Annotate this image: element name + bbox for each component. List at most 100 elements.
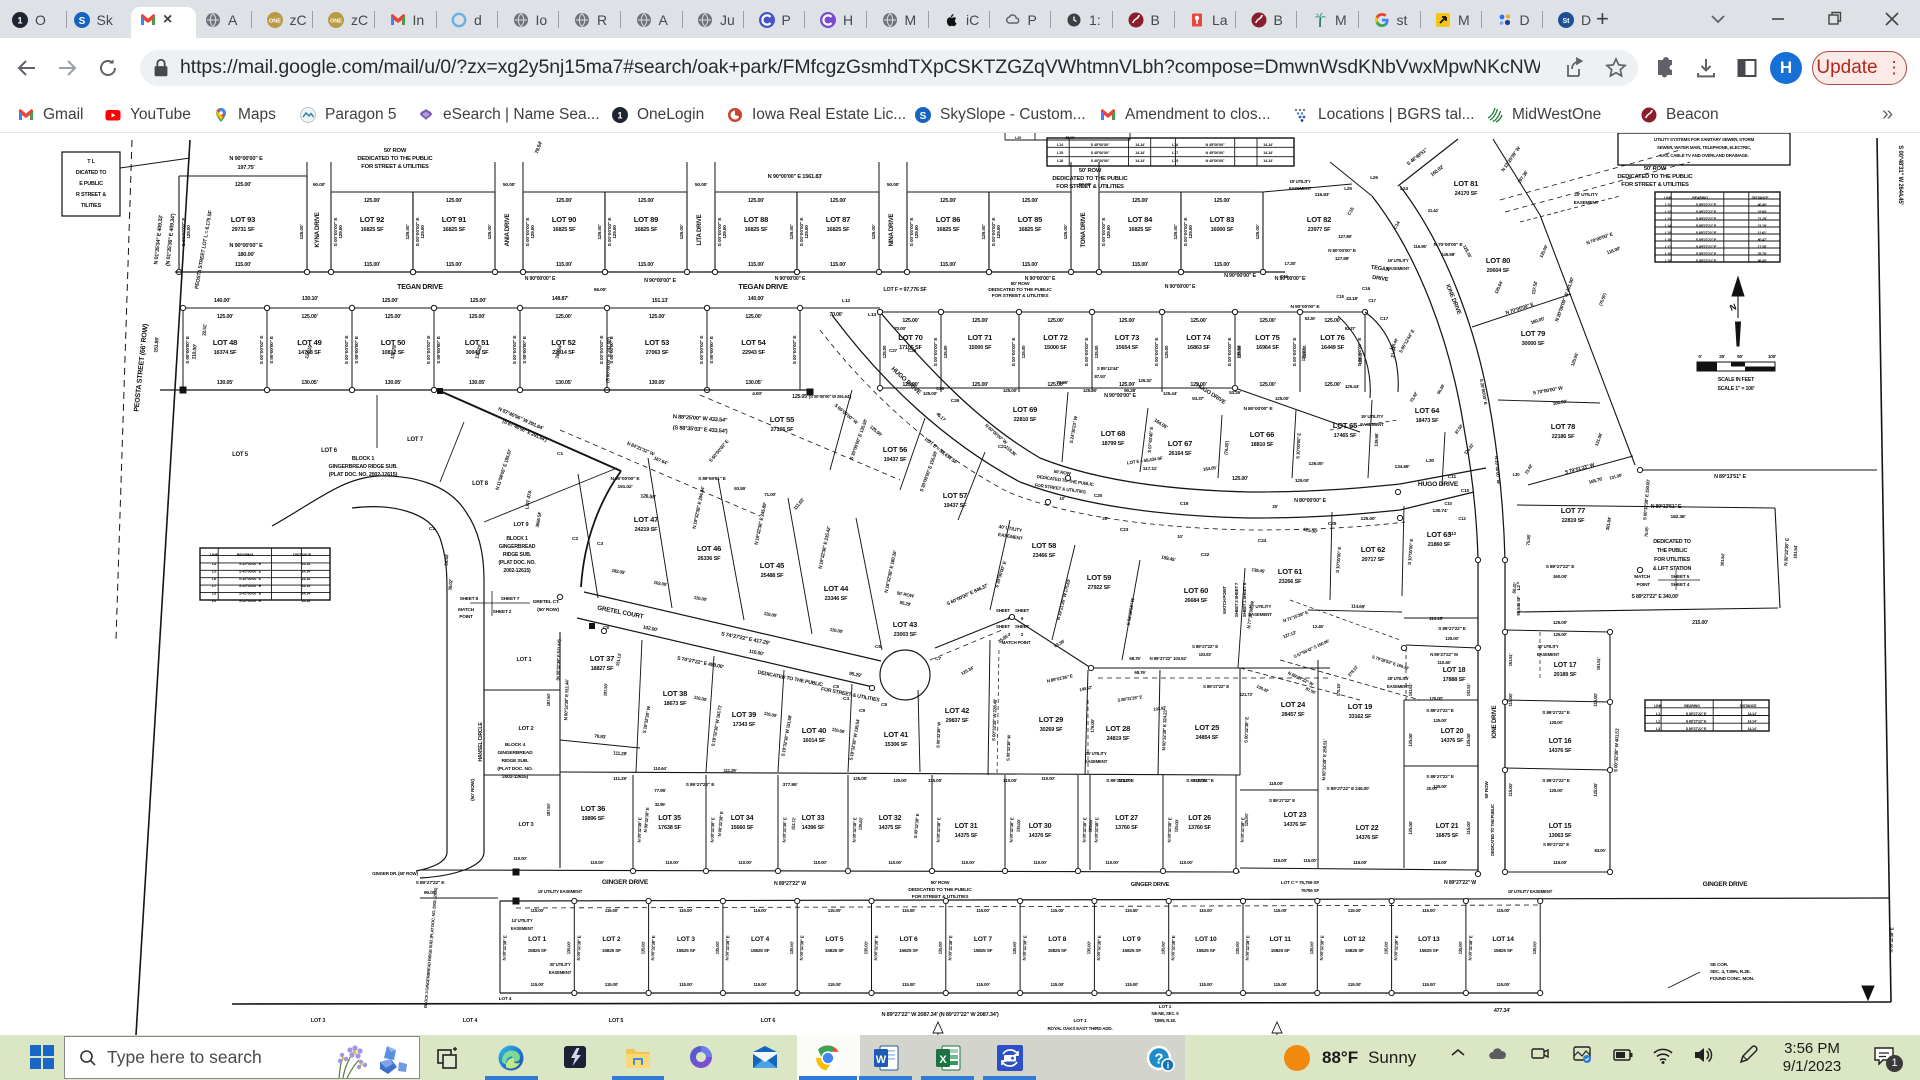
svg-text:137.52': 137.52' [1531, 281, 1538, 295]
svg-text:SHEET 3 SHEET 7: SHEET 3 SHEET 7 [1234, 582, 1239, 617]
svg-text:LOT 65: LOT 65 [1333, 421, 1357, 430]
svg-text:GINGERBREAD RIDGE SUB.: GINGERBREAD RIDGE SUB. [329, 464, 399, 470]
svg-text:ANIA DRIVE: ANIA DRIVE [505, 213, 511, 246]
svg-text:LOT 47: LOT 47 [634, 515, 658, 524]
svg-text:125.00': 125.00' [1259, 382, 1275, 388]
svg-text:N 70°00'00" E: N 70°00'00" E [1586, 231, 1614, 246]
svg-text:135.00': 135.00' [1309, 941, 1314, 954]
svg-text:N 00°32'38" E: N 00°32'38" E [1167, 817, 1173, 842]
svg-text:SHEET 2: SHEET 2 [493, 609, 512, 615]
svg-text:19' UTILITY: 19' UTILITY [1387, 258, 1408, 263]
svg-text:BEARING: BEARING [237, 552, 254, 557]
svg-text:L30: L30 [1513, 472, 1521, 477]
svg-text:L12: L12 [842, 298, 850, 304]
svg-text:125.00': 125.00' [649, 314, 665, 320]
svg-text:N 00°32'38" E 511.44': N 00°32'38" E 511.44' [563, 679, 569, 720]
svg-text:S 88°31'26" E: S 88°31'26" E [1117, 694, 1143, 702]
svg-text:125.00: 125.00 [186, 225, 192, 239]
svg-text:S 89°27'22" E: S 89°27'22" E [1686, 720, 1707, 724]
svg-text:KYNA DRIVE: KYNA DRIVE [315, 212, 321, 247]
svg-text:L30: L30 [1426, 458, 1434, 464]
svg-text:S 89°27'22" E: S 89°27'22" E [1696, 238, 1717, 242]
svg-text:C3: C3 [597, 541, 603, 547]
svg-text:E PUBLIC: E PUBLIC [79, 181, 103, 187]
svg-text:135.00': 135.00' [1160, 941, 1165, 954]
svg-text:110.00': 110.00' [513, 856, 526, 861]
svg-text:121.73': 121.73' [1240, 692, 1253, 697]
svg-text:115.00': 115.00' [902, 982, 915, 987]
svg-text:125.00': 125.00' [893, 778, 907, 783]
svg-text:165.76': 165.76' [1588, 476, 1603, 486]
svg-text:119.36': 119.36' [1004, 445, 1017, 458]
svg-text:149.62': 149.62' [1079, 685, 1093, 693]
svg-text:16825 SF: 16825 SF [827, 227, 850, 233]
svg-text:LOT 4: LOT 4 [751, 936, 769, 943]
svg-text:125.00: 125.00 [1094, 345, 1099, 358]
svg-text:115.00': 115.00' [1593, 693, 1598, 707]
svg-text:14.14': 14.14' [301, 598, 311, 603]
svg-text:301.84': 301.84' [1605, 517, 1612, 531]
svg-text:TONA DRIVE: TONA DRIVE [1081, 212, 1087, 247]
svg-text:110.00': 110.00' [191, 344, 198, 360]
svg-text:125.00': 125.00' [1549, 720, 1563, 725]
svg-text:L7: L7 [212, 583, 216, 588]
svg-text:LOT 5: LOT 5 [609, 1018, 623, 1024]
svg-text:120.00': 120.00' [1301, 348, 1306, 361]
svg-text:76796 SF: 76796 SF [1301, 888, 1319, 893]
svg-text:S 89°27'22" E: S 89°27'22" E [1542, 710, 1570, 716]
svg-text:73.42': 73.42' [1524, 463, 1534, 475]
svg-text:S 89°27'22" E: S 89°27'22" E [1192, 644, 1218, 649]
svg-text:S 89°27'22" E: S 89°27'22" E [1696, 210, 1717, 214]
svg-text:111.29': 111.29' [613, 776, 627, 782]
svg-text:130.05': 130.05' [217, 380, 233, 386]
svg-text:115.00': 115.00' [976, 982, 989, 987]
svg-text:125.00': 125.00' [555, 314, 571, 320]
svg-text:16875 SF: 16875 SF [1436, 833, 1459, 839]
svg-text:16825 SF: 16825 SF [745, 227, 768, 233]
svg-text:LOT 93: LOT 93 [231, 215, 255, 224]
svg-text:95,546 SF: 95,546 SF [1516, 596, 1521, 616]
svg-text:12.61': 12.61' [1758, 231, 1767, 235]
svg-text:LOT 8: LOT 8 [472, 481, 489, 487]
svg-text:125.00': 125.00' [1275, 396, 1289, 402]
svg-text:28' UTILITY: 28' UTILITY [1387, 676, 1408, 681]
svg-text:N 70°00'00" E: N 70°00'00" E [1505, 301, 1535, 316]
svg-text:(50' ROW): (50' ROW) [537, 607, 559, 613]
svg-text:125.00': 125.00' [1408, 733, 1413, 747]
svg-text:30' UTILITY: 30' UTILITY [1537, 644, 1558, 649]
svg-text:125.00': 125.00' [1429, 696, 1443, 701]
svg-text:14.14': 14.14' [301, 568, 311, 573]
svg-text:C27: C27 [889, 348, 897, 353]
svg-text:125.00': 125.00' [679, 225, 685, 240]
svg-text:LOT E = 58,434 SF: LOT E = 58,434 SF [1127, 455, 1164, 465]
svg-text:L8: L8 [212, 591, 217, 596]
svg-text:LOT 7: LOT 7 [974, 936, 992, 943]
svg-text:125.00': 125.00' [923, 391, 937, 397]
svg-text:C16: C16 [1362, 286, 1371, 292]
svg-text:LOT 14: LOT 14 [1492, 936, 1514, 943]
svg-text:73.06': 73.06' [1056, 380, 1068, 386]
svg-text:117.11': 117.11' [1143, 466, 1157, 472]
svg-text:SEWER, WATER MAIN, TELEPHONE,: SEWER, WATER MAIN, TELEPHONE, ELECTRIC, [1657, 145, 1751, 150]
svg-text:C9: C9 [859, 708, 865, 714]
svg-text:17638 SF: 17638 SF [658, 825, 681, 831]
svg-text:EASEMENT: EASEMENT [1387, 266, 1410, 271]
svg-text:LOT F = 97,776 SF: LOT F = 97,776 SF [883, 287, 927, 293]
svg-text:MATCH: MATCH [458, 607, 475, 613]
svg-text:14375 SF: 14375 SF [955, 833, 978, 839]
svg-text:22819 SF: 22819 SF [1562, 518, 1585, 524]
svg-text:127.89': 127.89' [1338, 234, 1352, 239]
svg-text:0': 0' [1698, 354, 1701, 360]
svg-text:14.14': 14.14' [1135, 150, 1145, 155]
svg-text:S 45°00'00" E: S 45°00'00" E [239, 591, 262, 596]
svg-text:76.78': 76.78' [1758, 252, 1767, 256]
svg-text:SE COR.: SE COR. [1710, 962, 1728, 968]
svg-text:66.00': 66.00' [594, 287, 606, 293]
svg-text:125.00': 125.00' [871, 225, 877, 240]
svg-text:S 89°27'22" E: S 89°27'22" E [1686, 712, 1707, 716]
svg-text:LOT 81: LOT 81 [1454, 179, 1478, 188]
svg-text:LOT 44: LOT 44 [824, 584, 849, 593]
svg-text:27063 SF: 27063 SF [646, 350, 669, 356]
svg-text:N 89°27'22" W: N 89°27'22" W [1287, 671, 1315, 688]
svg-text:FOR STREET & UTILITIES: FOR STREET & UTILITIES [1056, 184, 1124, 190]
